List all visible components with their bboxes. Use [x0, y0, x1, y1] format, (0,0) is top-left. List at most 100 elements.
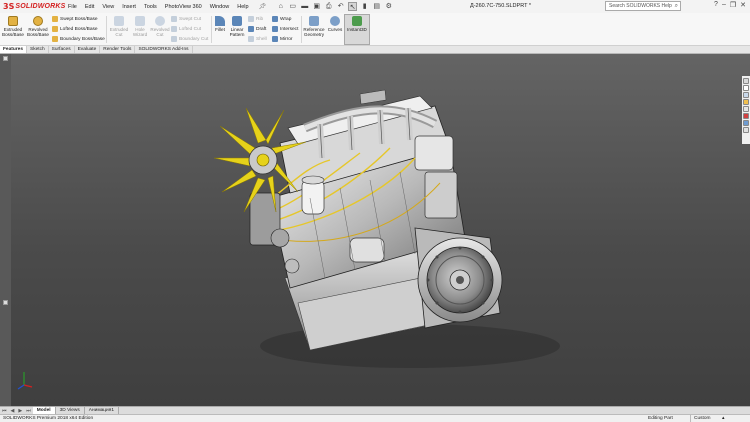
fillet-icon	[215, 16, 225, 26]
solidworks-forum-icon[interactable]	[743, 127, 749, 133]
help-question-icon[interactable]: ?	[714, 1, 718, 9]
custom-properties-icon[interactable]	[743, 120, 749, 126]
last-tab-arrow-icon[interactable]: ⏭	[24, 408, 33, 414]
tab-animation[interactable]: Анимация1	[85, 407, 119, 414]
command-manager-tabs: Features Sketch Surfaces Evaluate Render…	[0, 46, 750, 54]
reference-geometry-button[interactable]: Reference Geometry	[303, 16, 325, 37]
shell-icon	[248, 36, 254, 42]
select-pointer-icon[interactable]: ↖	[348, 2, 358, 11]
menu-file[interactable]: File	[64, 4, 81, 10]
tab-evaluate[interactable]: Evaluate	[75, 46, 101, 53]
lofted-boss-button[interactable]: Lofted Boss/Base	[52, 26, 98, 32]
next-tab-arrow-icon[interactable]: ▶	[16, 408, 24, 414]
menu-photoview[interactable]: PhotoView 360	[161, 4, 206, 10]
tab-render-tools[interactable]: Render Tools	[100, 46, 136, 53]
save-icon[interactable]: ▣	[312, 2, 321, 11]
logo-text: SOLIDWORKS	[15, 3, 66, 10]
panel-splitter-icon[interactable]	[3, 300, 8, 305]
boundary-cut-button[interactable]: Boundary Cut	[171, 36, 208, 42]
revolved-cut-button[interactable]: Revolved Cut	[150, 16, 170, 37]
revolved-boss-button[interactable]: Revolved Boss/Base	[26, 16, 50, 37]
extruded-boss-icon	[8, 16, 18, 26]
wrap-label: Wrap	[280, 16, 292, 22]
ribbon-separator	[211, 16, 212, 43]
curves-button[interactable]: Curves	[327, 16, 343, 32]
wrap-button[interactable]: Wrap	[272, 16, 291, 22]
resources-icon[interactable]	[743, 85, 749, 91]
lofted-cut-button[interactable]: Lofted Cut	[171, 26, 201, 32]
menu-view[interactable]: View	[98, 4, 118, 10]
tab-addins[interactable]: SOLIDWORKS Add-Ins	[135, 46, 193, 53]
lofted-boss-label: Lofted Boss/Base	[60, 26, 98, 32]
rebuild-icon[interactable]: ▮	[360, 2, 369, 11]
command-manager-ribbon: Extruded Boss/Base Revolved Boss/Base Sw…	[0, 13, 750, 46]
linear-pattern-button[interactable]: Linear Pattern	[228, 16, 246, 37]
file-explorer-icon[interactable]	[743, 99, 749, 105]
tab-surfaces[interactable]: Surfaces	[49, 46, 75, 53]
swept-cut-button[interactable]: Swept Cut	[171, 16, 201, 22]
undo-icon[interactable]: ↶	[336, 2, 345, 11]
draft-label: Draft	[256, 26, 267, 32]
title-bar: 3S SOLIDWORKS File Edit View Insert Tool…	[0, 0, 750, 13]
hole-wizard-icon	[135, 16, 145, 26]
tab-model[interactable]: Model	[32, 407, 56, 414]
print-icon[interactable]: ⎙	[324, 2, 333, 11]
extruded-cut-label: Extruded Cut	[109, 27, 129, 37]
mirror-button[interactable]: Mirror	[272, 36, 293, 42]
prev-tab-arrow-icon[interactable]: ◀	[9, 408, 17, 414]
model-tabs-bar: ⏮ ◀ ▶ ⏭ Model 3D Views Анимация1	[0, 406, 750, 414]
minimize-icon[interactable]: –	[722, 1, 726, 9]
design-library-icon[interactable]	[743, 92, 749, 98]
menu-tools[interactable]: Tools	[140, 4, 161, 10]
menu-window[interactable]: Window	[206, 4, 234, 10]
ribbon-separator	[301, 16, 302, 43]
menu-help[interactable]: Help	[233, 4, 252, 10]
curves-icon	[330, 16, 340, 26]
swept-boss-button[interactable]: Swept Boss/Base	[52, 16, 98, 22]
new-document-icon[interactable]: ▭	[288, 2, 297, 11]
hole-wizard-label: Hole Wizard	[132, 27, 148, 37]
instant3d-button[interactable]: Instant3D	[345, 16, 369, 32]
expand-panel-icon[interactable]	[3, 56, 8, 61]
fillet-label: Fillet	[215, 27, 225, 32]
view-palette-icon[interactable]	[743, 106, 749, 112]
home-icon[interactable]: ⌂	[276, 2, 285, 11]
feature-manager-collapsed[interactable]	[0, 54, 11, 406]
search-icon[interactable]: ⌕	[675, 2, 678, 10]
boundary-boss-icon	[52, 36, 58, 42]
appearances-icon[interactable]	[743, 113, 749, 119]
quick-access-toolbar: ⌂ ▭ ▬ ▣ ⎙ ↶ ↖ ▮ ▤ ⚙	[276, 2, 393, 11]
intersect-icon	[272, 26, 278, 32]
menu-edit[interactable]: Edit	[81, 4, 98, 10]
revolved-cut-label: Revolved Cut	[150, 27, 170, 37]
file-properties-icon[interactable]: ▤	[372, 2, 381, 11]
draft-button[interactable]: Draft	[248, 26, 266, 32]
extruded-cut-button[interactable]: Extruded Cut	[108, 16, 130, 37]
task-pane-collapse-icon[interactable]	[743, 78, 749, 84]
first-tab-arrow-icon[interactable]: ⏮	[0, 408, 9, 414]
tab-features[interactable]: Features	[0, 46, 27, 53]
status-bar: SOLIDWORKS Premium 2018 x64 Edition Edit…	[0, 414, 750, 422]
pin-icon[interactable]: 📌︎	[259, 3, 267, 10]
restore-icon[interactable]: ❐	[730, 1, 736, 9]
engine-3d-model[interactable]	[210, 88, 560, 378]
tab-3d-views[interactable]: 3D Views	[56, 407, 85, 414]
open-folder-icon[interactable]: ▬	[300, 2, 309, 11]
intersect-button[interactable]: Intersect	[272, 26, 298, 32]
editing-mode-label: Editing Part	[648, 416, 673, 421]
help-search-input[interactable]: Search SOLIDWORKS Help ⌕	[605, 1, 681, 11]
close-icon[interactable]: ✕	[740, 1, 746, 9]
hole-wizard-button[interactable]: Hole Wizard	[130, 16, 150, 37]
options-gear-icon[interactable]: ⚙	[384, 2, 393, 11]
fillet-button[interactable]: Fillet	[213, 16, 227, 32]
shell-button[interactable]: Shell	[248, 36, 267, 42]
tab-sketch[interactable]: Sketch	[27, 46, 49, 53]
boundary-boss-button[interactable]: Boundary Boss/Base	[52, 36, 105, 42]
chevron-up-icon[interactable]: ▴	[722, 415, 725, 422]
linear-pattern-icon	[232, 16, 242, 26]
menu-insert[interactable]: Insert	[118, 4, 140, 10]
instant3d-icon	[352, 16, 362, 26]
rib-button[interactable]: Rib	[248, 16, 263, 22]
extruded-boss-button[interactable]: Extruded Boss/Base	[2, 16, 24, 37]
solidworks-logo[interactable]: 3S SOLIDWORKS	[0, 2, 66, 11]
